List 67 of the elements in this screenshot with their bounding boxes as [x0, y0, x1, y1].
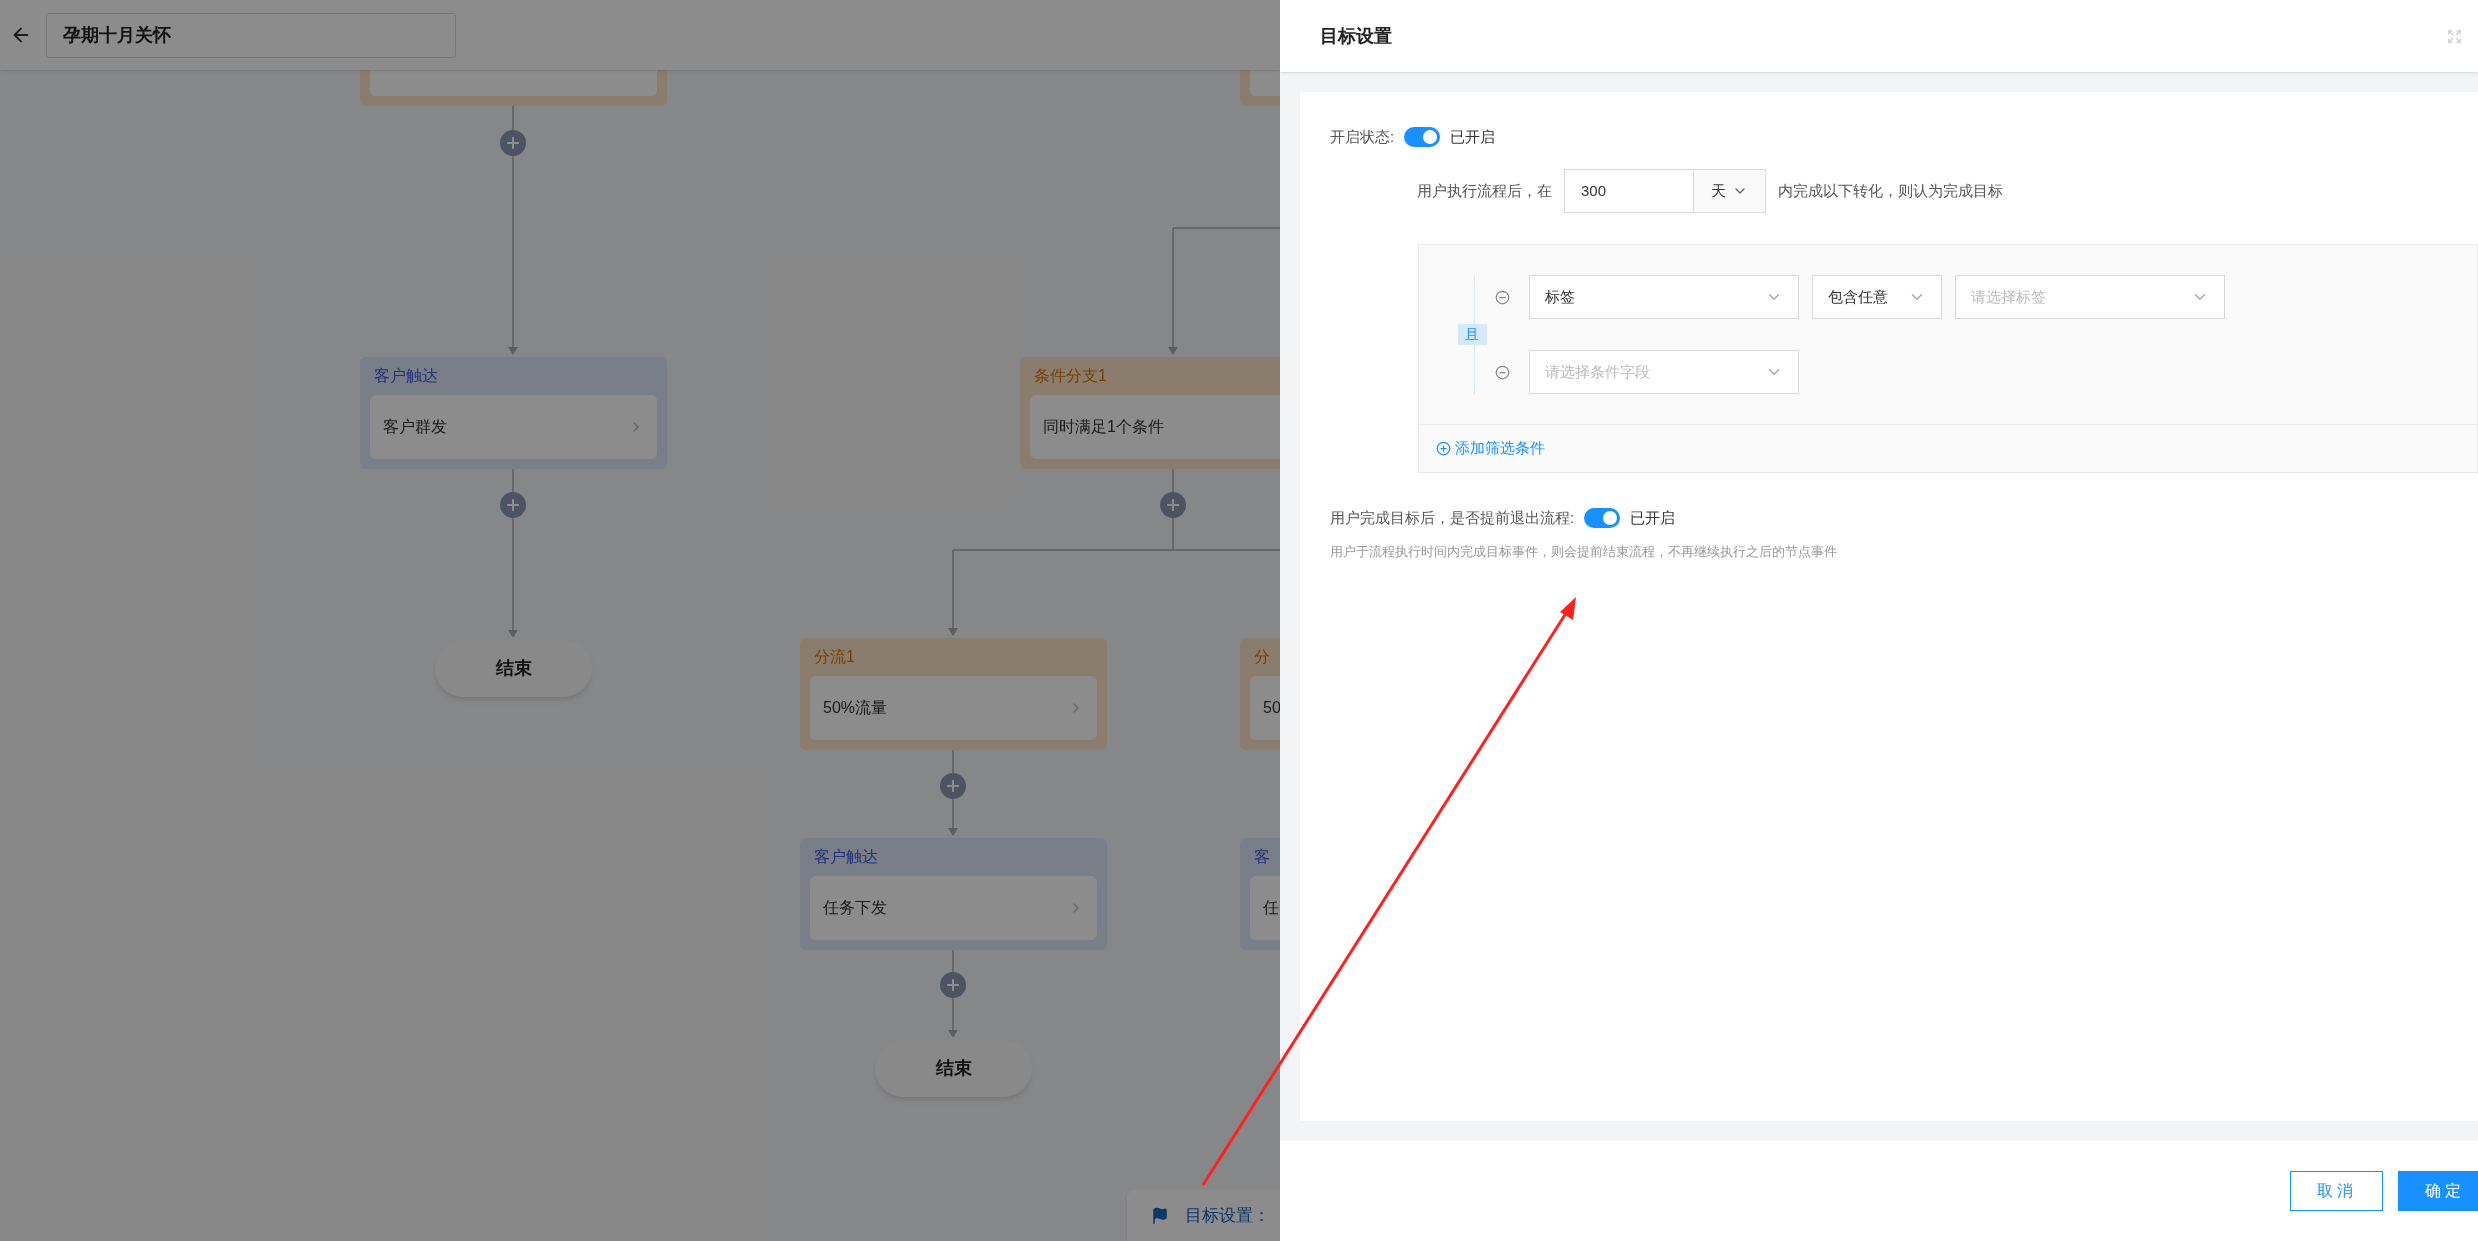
end-node[interactable]: 结束	[875, 1040, 1032, 1097]
plus-circle-icon	[1436, 441, 1451, 456]
node-content: 客户群发	[383, 417, 447, 437]
node-type: 客户触达	[374, 366, 438, 386]
flow-node[interactable]: 分流1 50%流量	[800, 638, 1107, 750]
add-node-button[interactable]	[940, 972, 966, 998]
flag-icon	[1151, 1206, 1169, 1225]
node-type: 条件分支1	[1034, 366, 1107, 386]
expand-icon[interactable]	[2447, 28, 2462, 44]
connector-line	[948, 997, 958, 1038]
node-content-card[interactable]: 任	[1250, 876, 1280, 940]
cancel-button[interactable]: 取消	[2290, 1171, 2383, 1211]
flow-node[interactable]	[360, 70, 667, 106]
node-content: 50	[1263, 698, 1280, 718]
window-suffix: 内完成以下转化，则认为完成目标	[1778, 180, 2003, 201]
confirm-button[interactable]: 确定	[2398, 1171, 2478, 1211]
flow-node[interactable]: 客 任	[1240, 838, 1280, 950]
node-type: 客	[1254, 847, 1270, 867]
node-content-card[interactable]: 客户群发	[370, 395, 657, 459]
node-content-card[interactable]: 50	[1250, 676, 1280, 740]
add-node-button[interactable]	[1160, 492, 1186, 518]
window-prefix: 用户执行流程后，在	[1417, 180, 1552, 201]
flow-node[interactable]: 分 50	[1240, 638, 1280, 750]
node-content: 任务下发	[823, 898, 887, 918]
connector-line	[952, 949, 954, 973]
node-content-card[interactable]: 同时满足1个条件	[1030, 395, 1280, 459]
add-node-button[interactable]	[940, 773, 966, 799]
node-content-card[interactable]	[370, 70, 657, 96]
connector-line	[512, 105, 514, 131]
logic-joiner-badge[interactable]: 且	[1457, 324, 1487, 345]
condition-select[interactable]: 包含任意	[1812, 275, 1942, 319]
unit-select[interactable]: 天	[1694, 169, 1766, 213]
add-node-button[interactable]	[500, 492, 526, 518]
flow-node[interactable]: 客户触达 客户群发	[360, 357, 667, 469]
node-type: 分	[1254, 647, 1270, 667]
node-content: 50%流量	[823, 698, 888, 718]
condition-select[interactable]: 标签	[1529, 275, 1799, 319]
node-type: 客户触达	[814, 847, 878, 867]
connector-line	[1172, 517, 1174, 551]
status-label: 开启状态:	[1330, 126, 1395, 147]
add-condition-link[interactable]: 添加筛选条件	[1436, 437, 1545, 460]
status-text: 已开启	[1450, 126, 1496, 147]
node-content-card[interactable]: 任务下发	[810, 876, 1097, 940]
exit-label: 用户完成目标后，是否提前退出流程:	[1330, 507, 1575, 528]
node-content: 同时满足1个条件	[1043, 417, 1164, 437]
goal-settings-bar[interactable]: 目标设置：	[1127, 1190, 1280, 1241]
connector-line	[1172, 468, 1174, 493]
toggle-switch[interactable]	[1404, 127, 1441, 147]
connector-line	[948, 798, 958, 836]
node-type: 分流1	[814, 647, 855, 667]
add-node-button[interactable]	[500, 130, 526, 156]
flow-node[interactable]: 条件分支1 同时满足1个条件	[1020, 357, 1280, 469]
end-node[interactable]: 结束	[435, 640, 592, 697]
toggle-switch[interactable]	[1584, 508, 1621, 528]
node-content: 任	[1263, 898, 1279, 918]
flow-title-field[interactable]: 孕期十月关怀	[46, 12, 456, 58]
exit-status-text: 已开启	[1630, 507, 1676, 528]
remove-condition-icon[interactable]	[1495, 364, 1510, 380]
node-content-card[interactable]: 50%流量	[810, 676, 1097, 740]
connector-line	[952, 749, 954, 774]
remove-condition-icon[interactable]	[1495, 289, 1510, 305]
exit-description: 用户于流程执行时间内完成目标事件，则会提前结束流程，不再继续执行之后的节点事件	[1330, 543, 1838, 561]
duration-input[interactable]: 300	[1564, 169, 1694, 213]
connector-line	[512, 468, 514, 493]
goal-settings-label: 目标设置：	[1185, 1204, 1270, 1227]
flow-node[interactable]: 客户触达 任务下发	[800, 838, 1107, 950]
panel-title: 目标设置	[1320, 24, 1392, 48]
